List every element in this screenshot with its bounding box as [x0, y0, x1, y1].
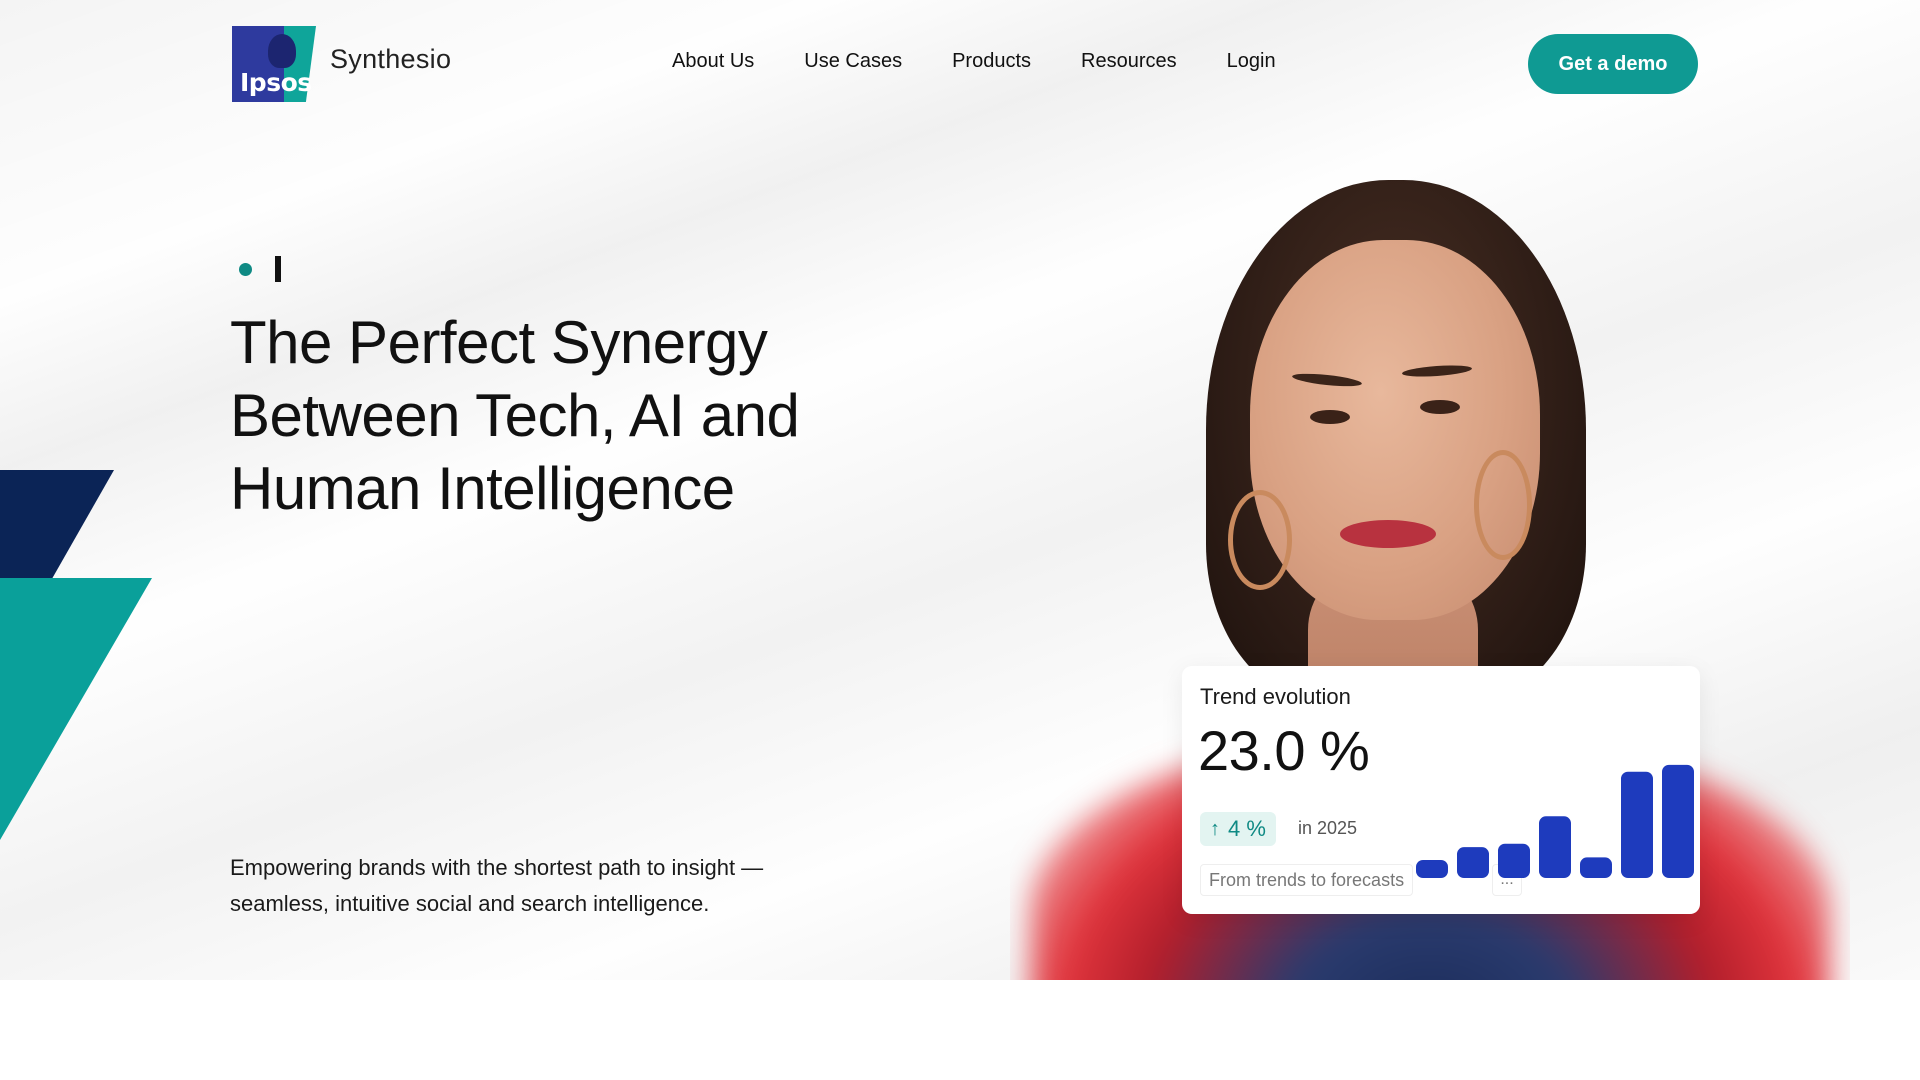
- headline-line: Human Intelligence: [230, 455, 735, 522]
- ipsos-logo[interactable]: Ipsos: [232, 26, 316, 102]
- portrait-lips: [1340, 520, 1436, 548]
- trend-bar-chart: [1416, 764, 1694, 878]
- chart-bar: [1580, 857, 1612, 878]
- hero-headline: The Perfect Synergy Between Tech, AI and…: [230, 306, 870, 525]
- text-cursor: [275, 256, 281, 282]
- site-header: Ipsos Synthesio About Us Use Cases Produ…: [0, 0, 1920, 128]
- page-below-fold: [0, 980, 1920, 1080]
- nav-products[interactable]: Products: [952, 50, 1031, 73]
- trend-card-caption: From trends to forecasts: [1200, 864, 1414, 896]
- brand-name[interactable]: Synthesio: [330, 44, 451, 75]
- nav-login[interactable]: Login: [1227, 50, 1276, 73]
- trend-delta-badge: ↑ 4 %: [1200, 812, 1276, 846]
- hoop-earring: [1228, 490, 1292, 590]
- nav-about-us[interactable]: About Us: [672, 50, 754, 73]
- get-demo-button[interactable]: Get a demo: [1528, 34, 1698, 94]
- trend-card: Trend evolution 23.0 % ↑ 4 % in 2025 Fro…: [1182, 666, 1700, 914]
- hero-section: The Perfect Synergy Between Tech, AI and…: [0, 0, 1920, 980]
- trend-card-title: Trend evolution: [1200, 684, 1351, 709]
- hoop-earring: [1474, 450, 1532, 560]
- nav-use-cases[interactable]: Use Cases: [804, 50, 902, 73]
- chart-bar: [1457, 847, 1489, 878]
- status-dot: [239, 263, 252, 276]
- nav-resources[interactable]: Resources: [1081, 50, 1177, 73]
- portrait-eye: [1420, 400, 1460, 414]
- arrow-up-icon: ↑: [1210, 817, 1220, 840]
- chart-bar: [1498, 843, 1530, 878]
- chart-bar: [1539, 816, 1571, 878]
- teal-decor-shape: [0, 578, 152, 840]
- trend-delta-value: 4 %: [1228, 816, 1266, 841]
- headline-line: The Perfect Synergy: [230, 309, 768, 376]
- logo-text: Ipsos: [240, 68, 312, 97]
- portrait-eye: [1310, 410, 1350, 424]
- main-nav: About Us Use Cases Products Resources Lo…: [672, 50, 1326, 73]
- hero-subline: Empowering brands with the shortest path…: [230, 855, 764, 916]
- trend-card-value: 23.0 %: [1198, 719, 1370, 782]
- chart-bar: [1416, 860, 1448, 878]
- headline-line: Between Tech, AI and: [230, 382, 800, 449]
- trend-delta-period: in 2025: [1298, 818, 1358, 838]
- portrait-face: [1250, 240, 1540, 620]
- chart-bar: [1621, 771, 1653, 878]
- chart-bar: [1662, 764, 1694, 878]
- logo-head-icon: [268, 34, 296, 68]
